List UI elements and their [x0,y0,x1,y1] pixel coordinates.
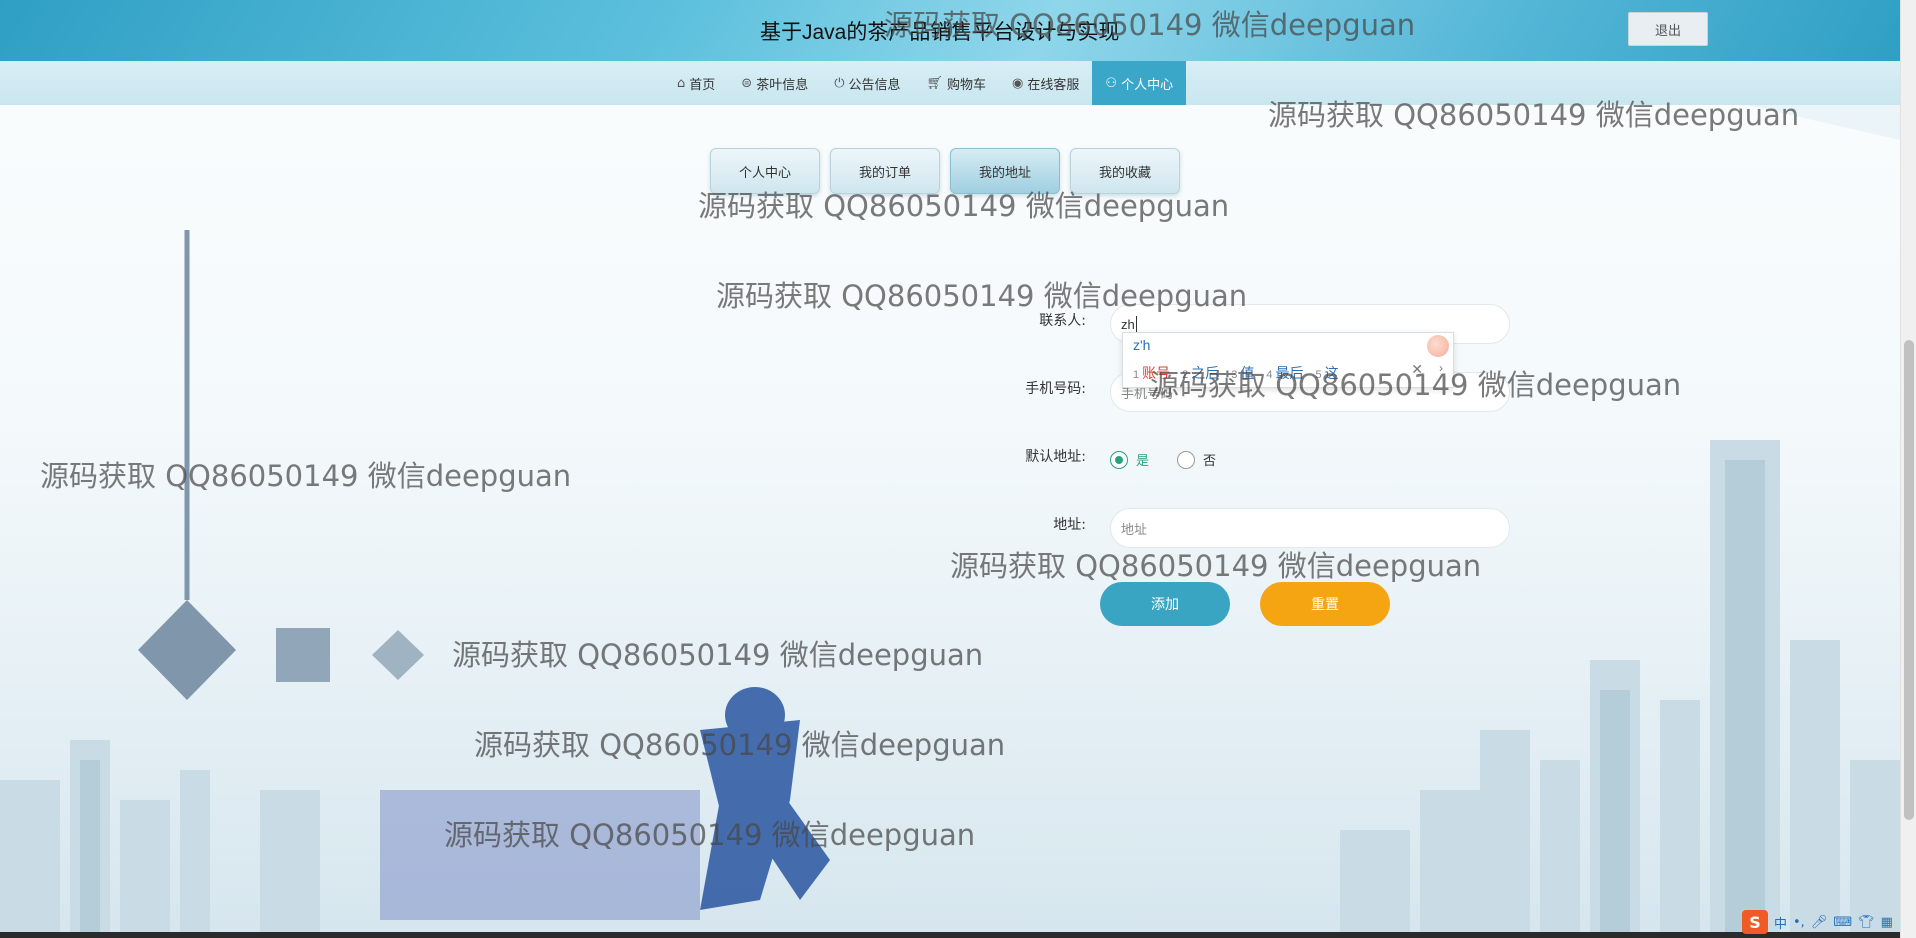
ime-candidate[interactable]: 5这 [1316,363,1339,383]
mic-icon[interactable]: 🎤︎ [1811,915,1828,930]
scrollbar-thumb[interactable] [1904,340,1914,820]
address-input[interactable]: 地址 [1110,508,1510,548]
chevron-right-icon[interactable]: › [1439,361,1443,375]
nav-item-cart[interactable]: 🛒︎ 购物车 [914,61,1000,105]
nav-item-profile[interactable]: ⚇ 个人中心 [1092,61,1187,105]
page-scrollbar[interactable] [1900,0,1916,938]
ime-candidate[interactable]: 2 之后 [1182,363,1219,383]
contact-label: 联系人: [1039,313,1086,329]
radio-circle-icon [1110,450,1128,469]
shirt-icon[interactable]: 👕︎ [1858,915,1875,930]
ime-mode-indicator[interactable]: 中 [1774,913,1787,932]
radio-label: 否 [1203,454,1217,469]
tab-orders[interactable]: 我的订单 [830,148,940,194]
power-icon: ⏻ [834,75,845,91]
site-title: 基于Java的茶产品销售平台设计与实现 [760,21,1120,44]
ime-candidate-list: 1 账号 2 之后 3值 4 最后 5这 [1133,363,1339,383]
profile-tabs: 个人中心 我的订单 我的地址 我的收藏 [710,148,1180,194]
nav-label: 在线客服 [1027,77,1080,93]
reset-button[interactable]: 重置 [1260,582,1390,626]
nav-label: 个人中心 [1121,77,1174,93]
radio-default-no[interactable]: 否 [1177,450,1216,469]
user-icon: ⚇ [1105,75,1118,91]
tab-profile[interactable]: 个人中心 [710,148,820,194]
radio-default-yes[interactable]: 是 [1110,450,1149,469]
nav-label: 购物车 [947,77,987,93]
keyboard-icon[interactable]: ⌨ [1833,915,1852,930]
radio-label: 是 [1136,454,1150,469]
chat-icon: ◉ [1012,75,1024,91]
background-artwork [0,0,1900,938]
ime-candidate[interactable]: 3值 [1231,363,1254,383]
ime-candidate[interactable]: 1 账号 [1133,363,1170,383]
default-address-label: 默认地址: [1025,449,1086,465]
nav-item-service[interactable]: ◉ 在线客服 [999,61,1092,105]
home-icon: ⌂ [677,75,686,91]
nav-label: 茶叶信息 [756,77,809,93]
add-button[interactable]: 添加 [1100,582,1230,626]
ime-skin-decoration [1427,335,1449,357]
logout-button[interactable]: 退出 [1628,12,1708,46]
ime-candidate[interactable]: 4 最后 [1266,363,1303,383]
tab-favorites[interactable]: 我的收藏 [1070,148,1180,194]
phone-label: 手机号码: [1025,381,1086,397]
header-bar: 基于Java的茶产品销售平台设计与实现 退出 [0,0,1900,61]
radio-circle-icon [1177,450,1196,469]
address-label: 地址: [1053,517,1086,533]
contact-value: zh [1121,316,1135,332]
cart-icon: 🛒︎ [926,75,944,91]
nav-label: 首页 [689,77,716,93]
close-icon[interactable]: ✕ [1411,361,1423,378]
main-navbar: ⌂ 首页 ⊜ 茶叶信息 ⏻ 公告信息 🛒︎ 购物车 ◉ 在线客服 ⚇ 个人中心 [0,61,1900,105]
text-cursor [1135,316,1137,332]
grid-icon[interactable]: ▦ [1881,915,1893,930]
nav-item-home[interactable]: ⌂ 首页 [664,61,728,105]
sogou-logo-icon[interactable]: S [1742,910,1768,934]
nav-item-tea[interactable]: ⊜ 茶叶信息 [728,61,821,105]
default-address-radio-group: 是 否 [1110,450,1216,469]
tab-address[interactable]: 我的地址 [950,148,1060,194]
nav-item-notice[interactable]: ⏻ 公告信息 [821,61,913,105]
punctuation-indicator[interactable]: •, [1793,915,1805,930]
bottom-border [0,932,1900,938]
nav-label: 公告信息 [848,77,901,93]
ime-candidate-popup: z'h 1 账号 2 之后 3值 4 最后 5这 ✕ › [1122,332,1454,388]
ime-tray: S 中 •, 🎤︎ ⌨ 👕︎ ▦ [1742,910,1893,934]
nav-list: ⌂ 首页 ⊜ 茶叶信息 ⏻ 公告信息 🛒︎ 购物车 ◉ 在线客服 ⚇ 个人中心 [664,61,1187,105]
ime-composition: z'h [1133,337,1151,353]
tea-icon: ⊜ [741,75,753,91]
